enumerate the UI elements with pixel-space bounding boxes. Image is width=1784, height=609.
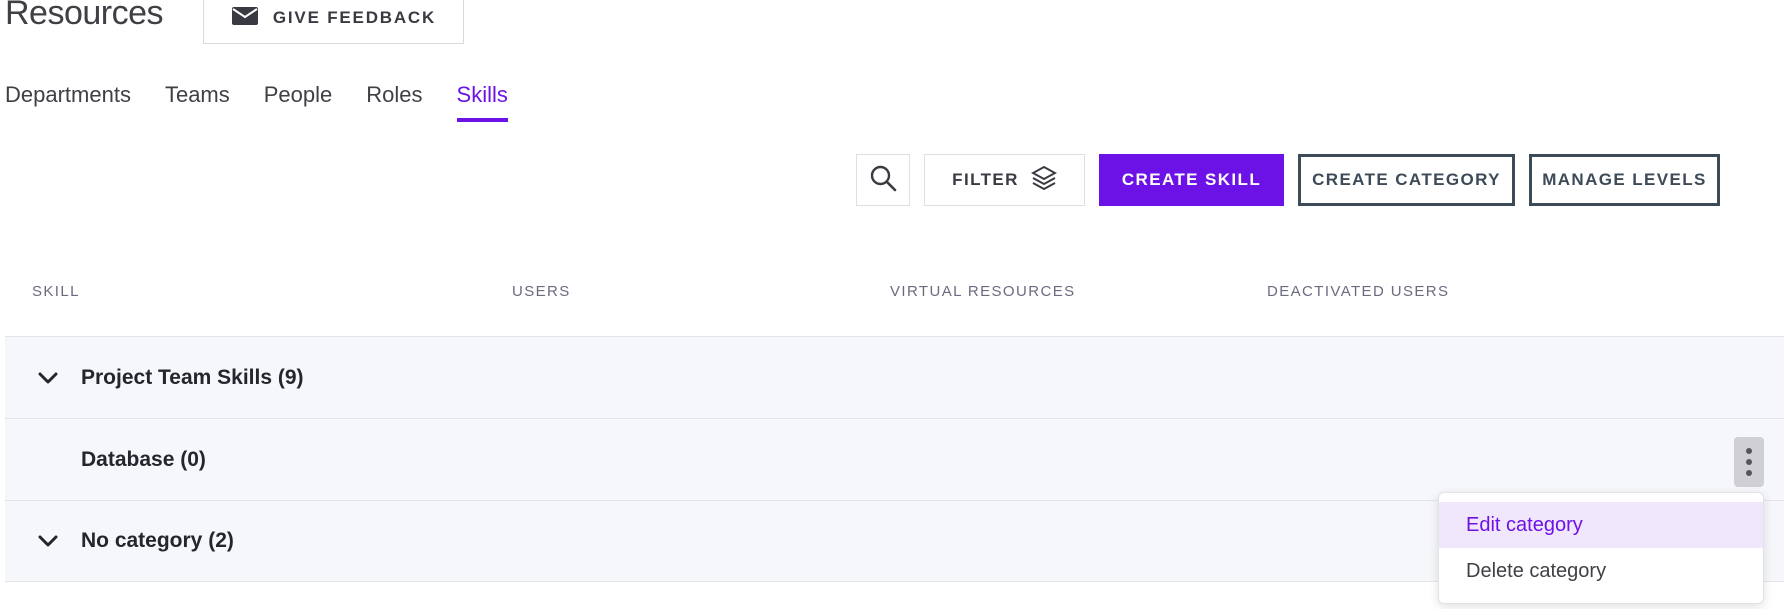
kebab-dot — [1746, 470, 1752, 476]
page-title: Resources — [5, 0, 164, 32]
envelope-icon — [231, 6, 259, 31]
category-label: Project Team Skills (9) — [81, 365, 304, 389]
skills-toolbar: FILTER CREATE SKILL CREATE CATEGORY MANA… — [856, 154, 1720, 206]
tab-roles[interactable]: Roles — [366, 82, 422, 122]
category-row[interactable]: Project Team Skills (9) — [5, 336, 1784, 418]
create-category-button[interactable]: CREATE CATEGORY — [1298, 154, 1515, 206]
column-header-deactivated-users[interactable]: DEACTIVATED USERS — [1267, 283, 1449, 300]
delete-category-menu-item[interactable]: Delete category — [1439, 548, 1763, 594]
column-header-virtual-resources[interactable]: VIRTUAL RESOURCES — [890, 283, 1076, 300]
search-button[interactable] — [856, 154, 910, 206]
column-header-skill[interactable]: SKILL — [32, 283, 80, 300]
more-options-button[interactable] — [1734, 437, 1764, 487]
search-icon — [869, 164, 897, 197]
filter-label: FILTER — [952, 170, 1019, 189]
resources-page: Resources GIVE FEEDBACK Departments Team… — [0, 0, 1784, 609]
give-feedback-label: GIVE FEEDBACK — [272, 8, 437, 27]
table-header: SKILL USERS VIRTUAL RESOURCES DEACTIVATE… — [0, 280, 1784, 336]
give-feedback-button[interactable]: GIVE FEEDBACK — [203, 0, 464, 44]
edit-category-menu-item[interactable]: Edit category — [1439, 502, 1763, 548]
manage-levels-button[interactable]: MANAGE LEVELS — [1529, 154, 1720, 206]
category-label: No category (2) — [81, 529, 234, 552]
tab-teams[interactable]: Teams — [165, 82, 230, 122]
kebab-dot — [1746, 459, 1752, 465]
chevron-down-icon[interactable] — [33, 529, 63, 553]
column-header-users[interactable]: USERS — [512, 283, 571, 300]
create-skill-button[interactable]: CREATE SKILL — [1099, 154, 1284, 206]
category-row[interactable]: Database (0) — [5, 418, 1784, 500]
filter-button[interactable]: FILTER — [924, 154, 1085, 206]
layers-icon — [1030, 165, 1057, 196]
kebab-dot — [1746, 448, 1752, 454]
resource-tabs: Departments Teams People Roles Skills — [5, 82, 542, 122]
tab-people[interactable]: People — [264, 82, 333, 122]
category-context-menu: Edit category Delete category — [1438, 492, 1764, 604]
tab-skills[interactable]: Skills — [456, 82, 509, 122]
tab-departments[interactable]: Departments — [5, 82, 131, 122]
category-label: Database (0) — [81, 447, 206, 471]
chevron-down-icon[interactable] — [33, 366, 63, 390]
